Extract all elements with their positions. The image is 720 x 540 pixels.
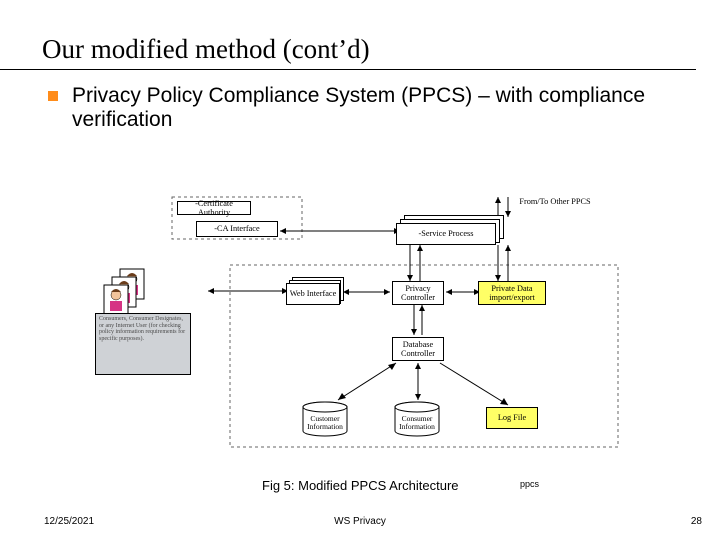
db-customer-info-label: Customer Information [302, 415, 348, 431]
node-log-file: Log File [486, 407, 538, 429]
architecture-diagram: -Certificate Authority -CA Interface -Se… [100, 195, 640, 475]
node-web-interface: Web Interface [286, 283, 340, 305]
label-from-to-other: From/To Other PPCS [516, 198, 594, 207]
node-database-controller: Database Controller [392, 337, 444, 361]
slide-title: Our modified method (cont’d) [0, 0, 696, 70]
node-consumer-card: Consumers, Consumer Designates, or any I… [95, 313, 191, 375]
footer-page: 28 [691, 516, 702, 527]
node-service-process: -Service Process [396, 223, 496, 245]
node-certificate-authority: -Certificate Authority [177, 201, 251, 215]
ppcs-label: ppcs [520, 479, 539, 489]
footer-center: WS Privacy [0, 516, 720, 527]
node-private-data-io: Private Data import/export [478, 281, 546, 305]
bullet-row: Privacy Policy Compliance System (PPCS) … [0, 70, 720, 132]
db-consumer-info: Consumer Information [394, 401, 440, 439]
node-ca-interface: -CA Interface [196, 221, 278, 237]
db-customer-info: Customer Information [302, 401, 348, 439]
figure-caption: Fig 5: Modified PPCS Architecture [262, 478, 459, 493]
node-privacy-controller: Privacy Controller [392, 281, 444, 305]
slide-subtitle: Privacy Policy Compliance System (PPCS) … [72, 84, 670, 132]
db-consumer-info-label: Consumer Information [394, 415, 440, 431]
bullet-icon [48, 91, 58, 101]
